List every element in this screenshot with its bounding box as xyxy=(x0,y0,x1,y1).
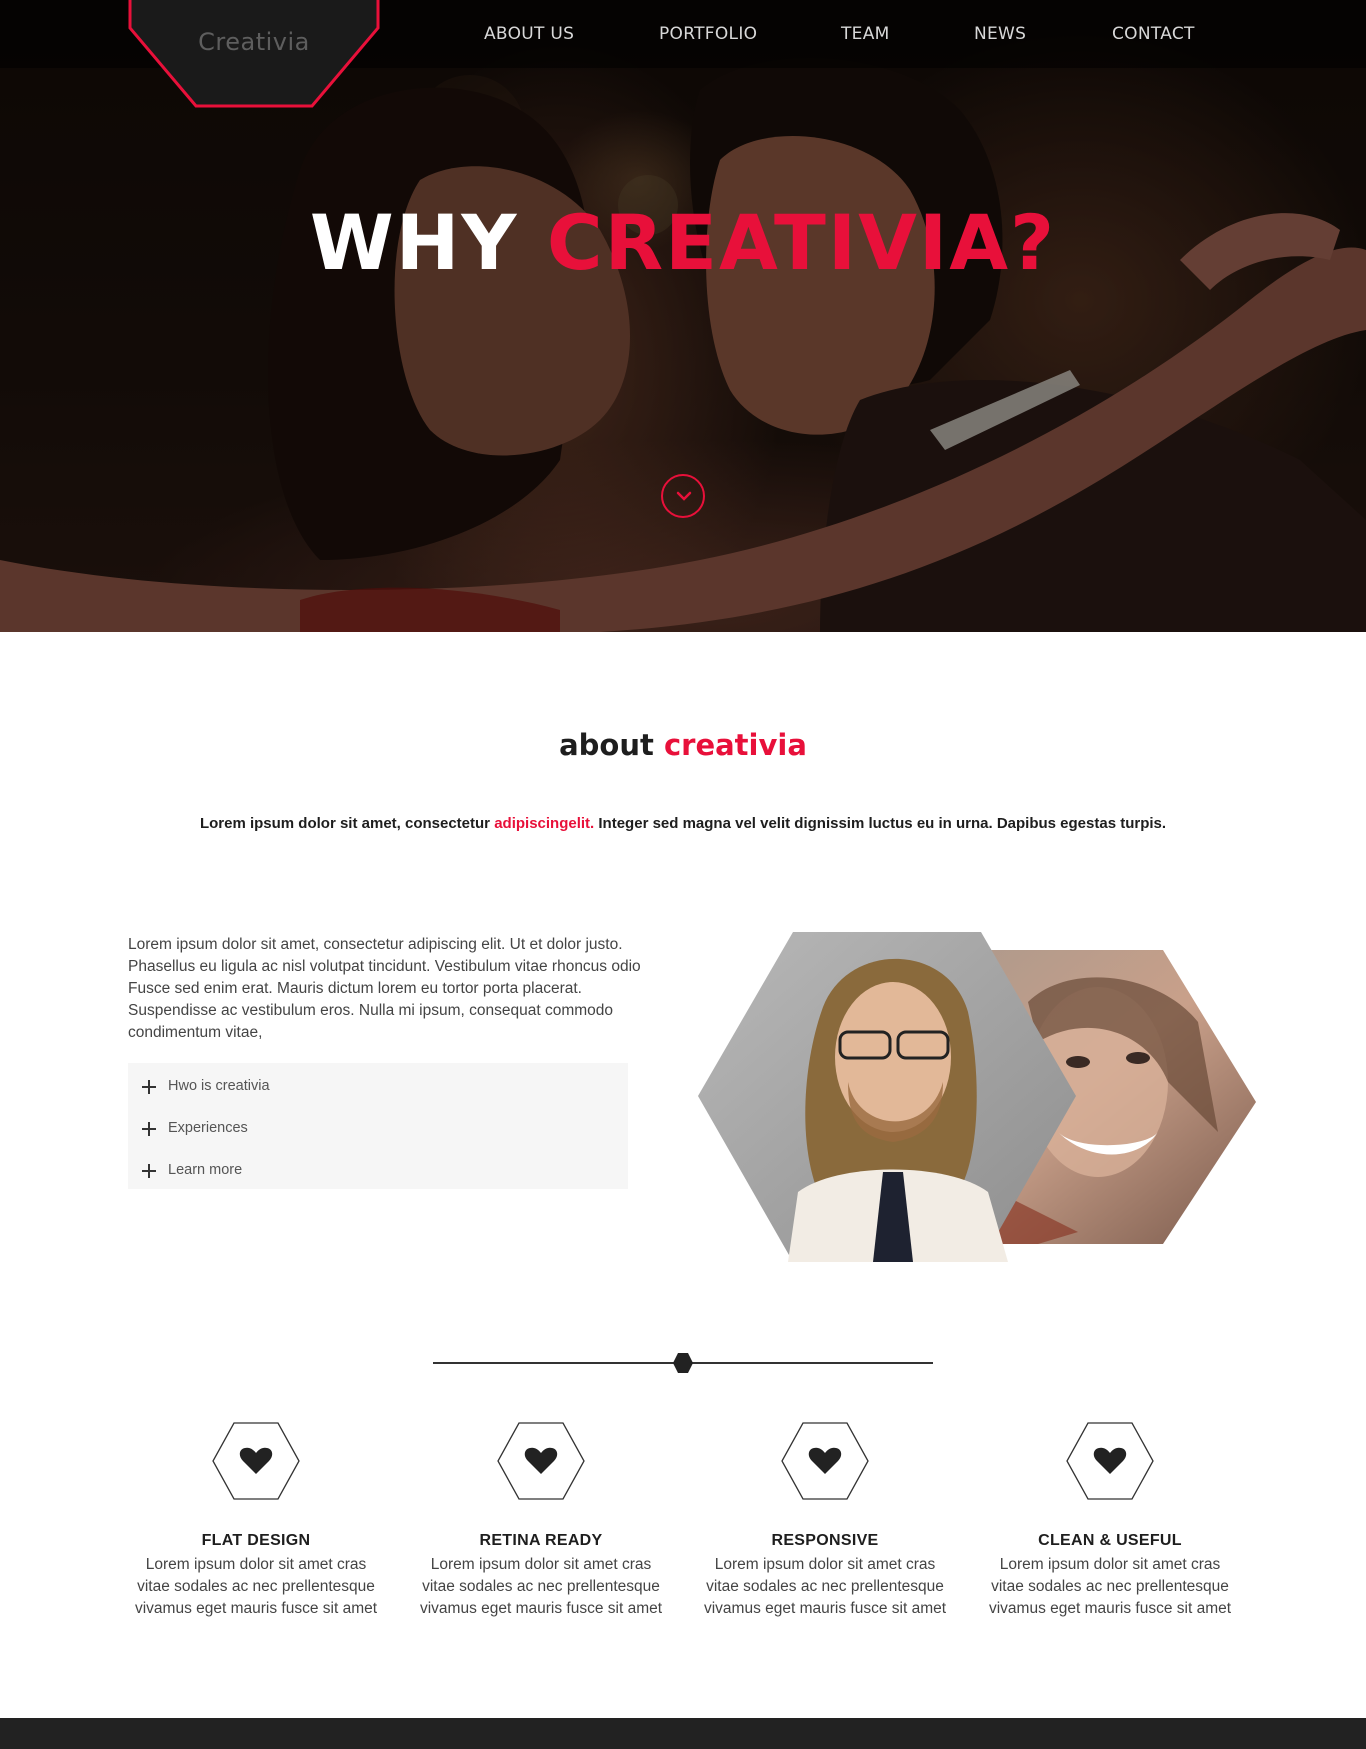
plus-icon xyxy=(142,1080,156,1094)
nav-about-us[interactable]: ABOUT US xyxy=(484,24,574,44)
heart-icon xyxy=(808,1447,842,1474)
nav-news[interactable]: NEWS xyxy=(974,24,1026,44)
feature-retina-ready: RETINA READY Lorem ipsum dolor sit amet … xyxy=(413,1422,669,1622)
feature-hexagon-frame xyxy=(497,1422,585,1500)
feature-hexagon-frame xyxy=(781,1422,869,1500)
hero-title-white: WHY xyxy=(309,198,519,287)
feature-text: Lorem ipsum dolor sit amet cras vitae so… xyxy=(988,1556,1232,1617)
about-lead-before: Lorem ipsum dolor sit amet, consectetur xyxy=(199,815,491,832)
chevron-down-icon xyxy=(676,491,692,501)
feature-text: Lorem ipsum dolor sit amet cras vitae so… xyxy=(703,1556,947,1617)
heart-icon xyxy=(1093,1447,1127,1474)
logo[interactable]: Creativia xyxy=(128,0,380,110)
about-lead-accent: adipiscingelit. xyxy=(494,815,595,832)
feature-title: RETINA READY xyxy=(479,1532,603,1549)
nav-contact[interactable]: CONTACT xyxy=(1112,24,1195,44)
heart-icon xyxy=(524,1447,558,1474)
hero-title-accent: CREATIVIA? xyxy=(546,198,1057,287)
about-lead: Lorem ipsum dolor sit amet, consectetur … xyxy=(0,815,1366,832)
team-hexagon-photos xyxy=(698,932,1256,1262)
heart-icon xyxy=(239,1447,273,1474)
accordion-label: Learn more xyxy=(168,1162,243,1178)
feature-clean-useful: CLEAN & USEFUL Lorem ipsum dolor sit ame… xyxy=(982,1422,1238,1622)
about-body-text: Lorem ipsum dolor sit amet, consectetur … xyxy=(128,936,641,1041)
scroll-down-button[interactable] xyxy=(661,474,705,518)
feature-text: Lorem ipsum dolor sit amet cras vitae so… xyxy=(134,1556,378,1617)
feature-title: FLAT DESIGN xyxy=(201,1532,311,1549)
feature-flat-design: FLAT DESIGN Lorem ipsum dolor sit amet c… xyxy=(128,1422,384,1622)
accordion-label: Experiences xyxy=(168,1120,248,1136)
plus-icon xyxy=(142,1164,156,1178)
accordion-label: Hwo is creativia xyxy=(168,1078,270,1094)
feature-hexagon-frame xyxy=(1066,1422,1154,1500)
nav-team[interactable]: TEAM xyxy=(841,24,890,44)
about-title: about creativia xyxy=(0,728,1366,762)
nav-portfolio[interactable]: PORTFOLIO xyxy=(659,24,757,44)
feature-title: RESPONSIVE xyxy=(771,1532,879,1549)
footer-bar xyxy=(0,1718,1366,1749)
feature-hexagon-frame xyxy=(212,1422,300,1500)
feature-text: Lorem ipsum dolor sit amet cras vitae so… xyxy=(419,1556,663,1617)
hero-section: Creativia ABOUT US PORTFOLIO TEAM NEWS C… xyxy=(0,0,1366,632)
about-accordion: Hwo is creativia Experiences Learn more xyxy=(128,1063,628,1189)
hero-title: WHY CREATIVIA? xyxy=(0,198,1366,287)
feature-title: CLEAN & USEFUL xyxy=(1038,1532,1182,1549)
feature-responsive: RESPONSIVE Lorem ipsum dolor sit amet cr… xyxy=(697,1422,953,1622)
divider-hexagon-icon xyxy=(673,1353,693,1373)
about-lead-after: Integer sed magna vel velit dignissim lu… xyxy=(598,815,1167,832)
about-title-accent: creativia xyxy=(663,728,807,762)
plus-icon xyxy=(142,1122,156,1136)
about-title-dark: about xyxy=(559,728,654,762)
main-nav: ABOUT US PORTFOLIO TEAM NEWS CONTACT xyxy=(0,24,1366,48)
